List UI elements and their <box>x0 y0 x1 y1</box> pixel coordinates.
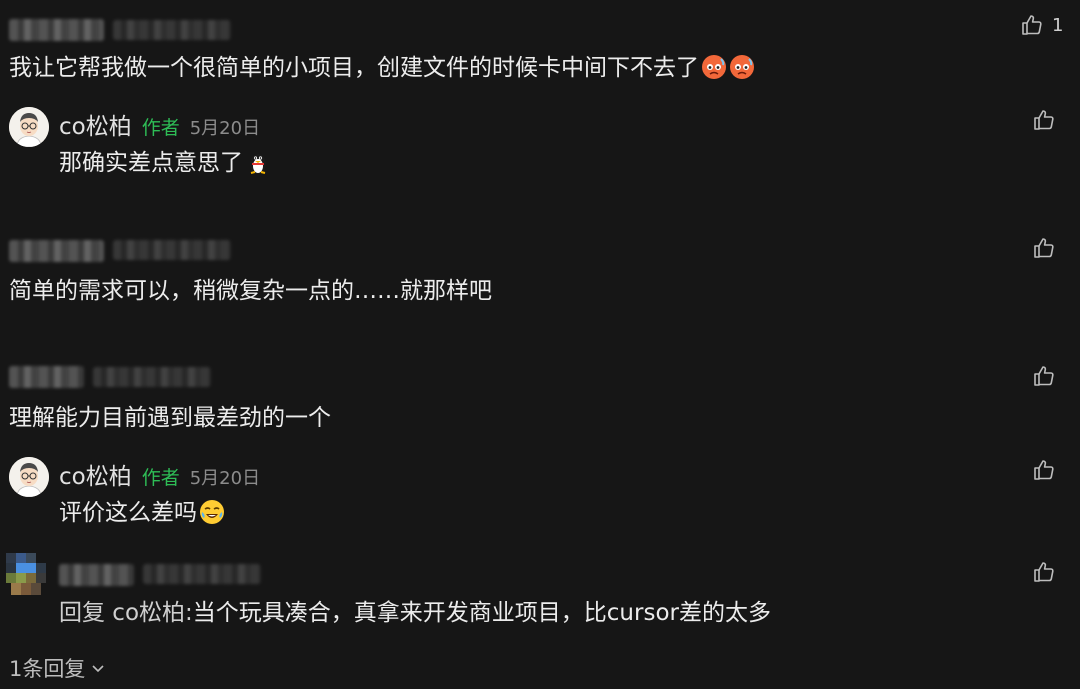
author-meta: co松柏 作者 5月20日 <box>59 107 260 141</box>
like-button[interactable] <box>1032 364 1056 388</box>
thumbs-up-icon <box>1034 366 1054 386</box>
like-button[interactable]: 1 <box>1020 13 1063 37</box>
expand-replies-label: 1条回复 <box>9 657 86 681</box>
comment-text: 那确实差点意思了 <box>59 148 271 178</box>
comment-thread: 1 我让它帮我做一个很简单的小项目，创建文件的时候卡中间下不去了 co松柏 作者… <box>0 0 1080 689</box>
blurred-username <box>59 564 134 586</box>
reply-prefix[interactable]: 回复 co松柏: <box>59 600 193 626</box>
blurred-meta <box>143 564 261 584</box>
thumbs-up-icon <box>1034 460 1054 480</box>
expand-replies-button[interactable]: 1条回复 <box>9 653 105 683</box>
laughing-tears-emoji-icon <box>200 500 224 524</box>
author-avatar[interactable] <box>9 107 49 147</box>
thumbs-up-icon <box>1034 238 1054 258</box>
cartoon-avatar-icon <box>9 107 49 147</box>
author-name[interactable]: co松柏 <box>59 107 132 141</box>
comment-date: 5月20日 <box>189 468 261 489</box>
comment-text: 简单的需求可以，稍微复杂一点的……就那样吧 <box>9 278 492 304</box>
blurred-meta <box>113 20 231 40</box>
author-name[interactable]: co松柏 <box>59 457 132 491</box>
blurred-meta <box>113 240 231 260</box>
pixelated-avatar-icon[interactable] <box>6 553 46 603</box>
cartoon-avatar-icon <box>9 457 49 497</box>
comment-text: 我让它帮我做一个很简单的小项目，创建文件的时候卡中间下不去了 <box>9 53 755 83</box>
comment-text: 理解能力目前遇到最差劲的一个 <box>9 405 331 431</box>
anxious-face-emoji-icon <box>702 55 726 79</box>
author-badge: 作者 <box>141 467 180 489</box>
like-button[interactable] <box>1032 560 1056 584</box>
comment-date: 5月20日 <box>189 118 261 139</box>
like-button[interactable] <box>1032 458 1056 482</box>
thumbs-up-icon <box>1034 110 1054 130</box>
author-avatar[interactable] <box>9 457 49 497</box>
penguin-emoji-icon <box>250 154 266 174</box>
anxious-face-emoji-icon <box>730 55 754 79</box>
blurred-meta <box>93 367 211 387</box>
chevron-down-icon <box>92 665 104 673</box>
blurred-username <box>9 240 104 262</box>
blurred-username <box>9 366 84 388</box>
like-button[interactable] <box>1032 236 1056 260</box>
comment-text: 回复 co松柏:当个玩具凑合，真拿来开发商业项目，比cursor差的太多 <box>59 600 771 626</box>
thumbs-up-icon <box>1034 562 1054 582</box>
blurred-username <box>9 19 104 41</box>
thumbs-up-icon <box>1022 15 1042 35</box>
like-button[interactable] <box>1032 108 1056 132</box>
comment-text: 评价这么差吗 <box>59 498 225 528</box>
like-count: 1 <box>1052 14 1064 36</box>
author-meta: co松柏 作者 5月20日 <box>59 457 260 491</box>
author-badge: 作者 <box>141 117 180 139</box>
